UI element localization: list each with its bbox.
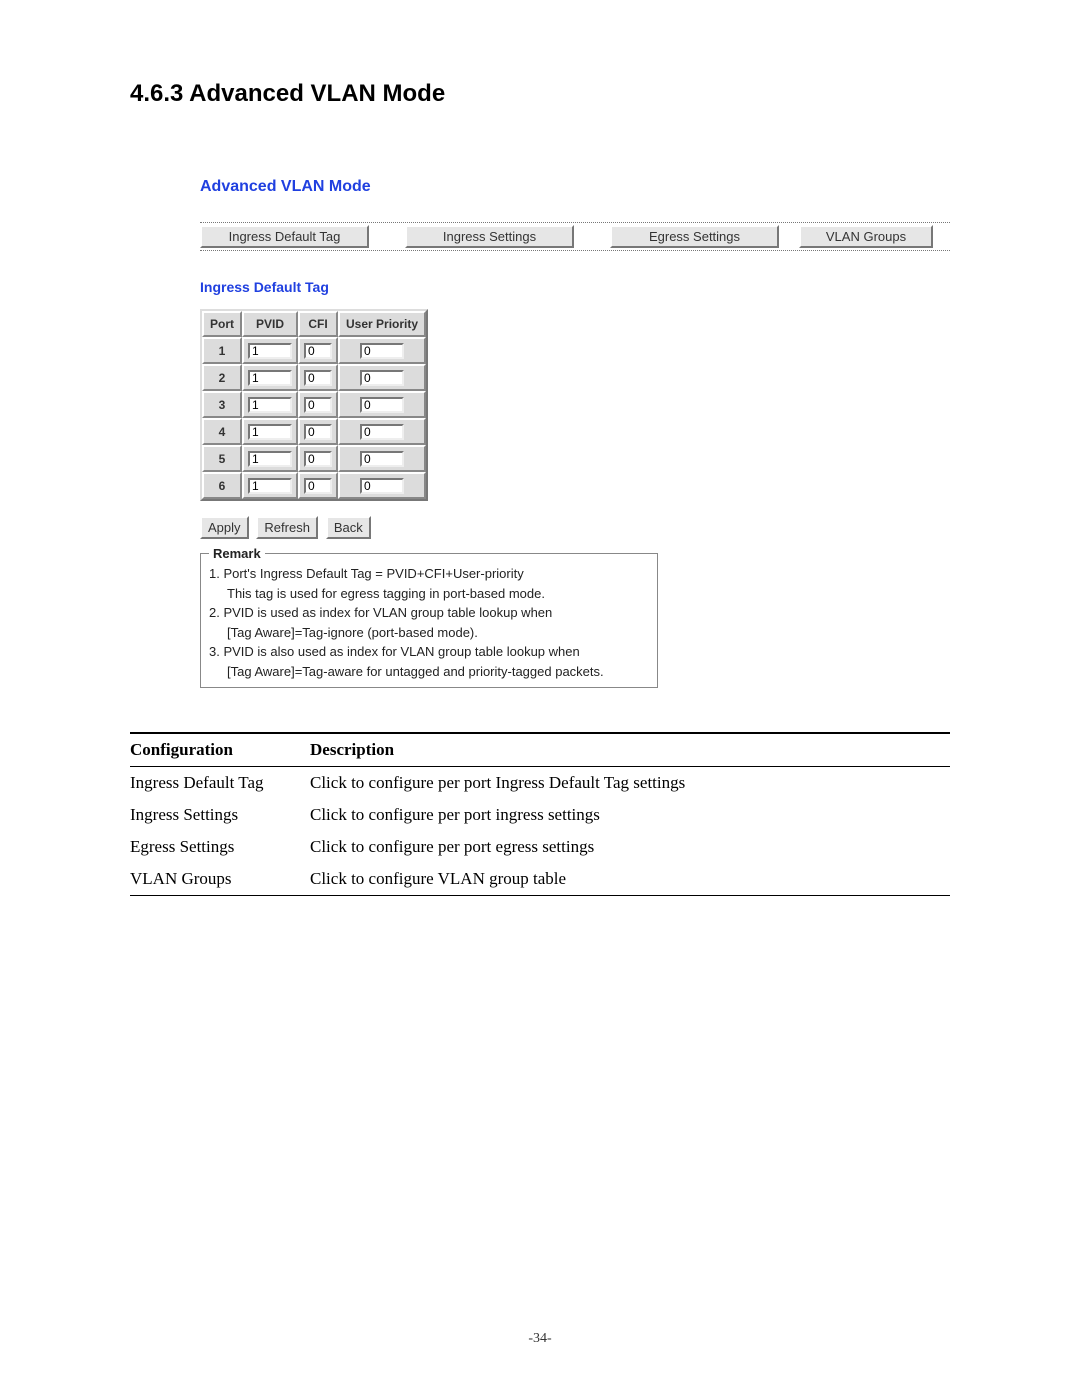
- pvid-input[interactable]: [248, 478, 292, 494]
- port-number: 4: [202, 418, 242, 445]
- cfi-input[interactable]: [304, 397, 332, 413]
- pvid-input[interactable]: [248, 343, 292, 359]
- table-row: 5: [202, 445, 426, 472]
- divider: [200, 250, 950, 251]
- col-header-port: Port: [202, 311, 242, 337]
- user-priority-input[interactable]: [360, 424, 404, 440]
- configuration-description-table: Configuration Description Ingress Defaul…: [130, 732, 950, 896]
- user-priority-input[interactable]: [360, 451, 404, 467]
- user-priority-input[interactable]: [360, 478, 404, 494]
- table-row: 3: [202, 391, 426, 418]
- port-number: 2: [202, 364, 242, 391]
- user-priority-input[interactable]: [360, 397, 404, 413]
- table-row: 6: [202, 472, 426, 499]
- page-number: -34-: [0, 1331, 1080, 1347]
- config-desc: Click to configure per port egress setti…: [310, 837, 950, 857]
- tab-bar: Ingress Default Tag Ingress Settings Egr…: [200, 225, 950, 248]
- refresh-button[interactable]: Refresh: [256, 516, 318, 539]
- port-number: 5: [202, 445, 242, 472]
- col-header-cfi: CFI: [298, 311, 338, 337]
- gui-screenshot: Advanced VLAN Mode Ingress Default Tag I…: [200, 178, 950, 688]
- ingress-default-tag-table: Port PVID CFI User Priority 1 2 3: [200, 309, 428, 501]
- table-row: Egress Settings Click to configure per p…: [130, 831, 950, 863]
- user-priority-input[interactable]: [360, 343, 404, 359]
- cfi-input[interactable]: [304, 478, 332, 494]
- cfi-input[interactable]: [304, 370, 332, 386]
- config-desc: Click to configure VLAN group table: [310, 869, 950, 889]
- section-heading: 4.6.3 Advanced VLAN Mode: [130, 80, 950, 108]
- tab-ingress-settings[interactable]: Ingress Settings: [405, 225, 574, 248]
- tab-ingress-default-tag[interactable]: Ingress Default Tag: [200, 225, 369, 248]
- remark-line: This tag is used for egress tagging in p…: [209, 584, 649, 604]
- remark-line: 3. PVID is also used as index for VLAN g…: [209, 642, 649, 662]
- port-number: 3: [202, 391, 242, 418]
- tab-vlan-groups[interactable]: VLAN Groups: [799, 225, 933, 248]
- remark-line: 2. PVID is used as index for VLAN group …: [209, 603, 649, 623]
- config-name: Ingress Settings: [130, 805, 310, 825]
- back-button[interactable]: Back: [326, 516, 371, 539]
- config-desc: Click to configure per port ingress sett…: [310, 805, 950, 825]
- table-row: Ingress Default Tag Click to configure p…: [130, 767, 950, 799]
- table-row: VLAN Groups Click to configure VLAN grou…: [130, 863, 950, 895]
- pvid-input[interactable]: [248, 424, 292, 440]
- cfi-input[interactable]: [304, 451, 332, 467]
- config-desc: Click to configure per port Ingress Defa…: [310, 773, 950, 793]
- remark-line: [Tag Aware]=Tag-aware for untagged and p…: [209, 662, 649, 682]
- cfi-input[interactable]: [304, 424, 332, 440]
- col-header-configuration: Configuration: [130, 740, 310, 760]
- pvid-input[interactable]: [248, 370, 292, 386]
- port-number: 1: [202, 337, 242, 364]
- tab-egress-settings[interactable]: Egress Settings: [610, 225, 779, 248]
- gui-subtitle: Ingress Default Tag: [200, 279, 950, 295]
- divider: [200, 222, 950, 223]
- config-name: Ingress Default Tag: [130, 773, 310, 793]
- table-row: 2: [202, 364, 426, 391]
- col-header-pvid: PVID: [242, 311, 298, 337]
- divider: [130, 895, 950, 896]
- user-priority-input[interactable]: [360, 370, 404, 386]
- col-header-description: Description: [310, 740, 950, 760]
- remark-title: Remark: [209, 544, 265, 564]
- table-row: Ingress Settings Click to configure per …: [130, 799, 950, 831]
- remark-line: 1. Port's Ingress Default Tag = PVID+CFI…: [209, 564, 649, 584]
- gui-title: Advanced VLAN Mode: [200, 178, 950, 196]
- table-row: 1: [202, 337, 426, 364]
- config-name: Egress Settings: [130, 837, 310, 857]
- port-number: 6: [202, 472, 242, 499]
- remark-box: Remark 1. Port's Ingress Default Tag = P…: [200, 553, 658, 688]
- apply-button[interactable]: Apply: [200, 516, 249, 539]
- col-header-user-priority: User Priority: [338, 311, 426, 337]
- cfi-input[interactable]: [304, 343, 332, 359]
- pvid-input[interactable]: [248, 451, 292, 467]
- button-row: Apply Refresh Back: [200, 519, 950, 535]
- pvid-input[interactable]: [248, 397, 292, 413]
- config-name: VLAN Groups: [130, 869, 310, 889]
- remark-line: [Tag Aware]=Tag-ignore (port-based mode)…: [209, 623, 649, 643]
- table-row: 4: [202, 418, 426, 445]
